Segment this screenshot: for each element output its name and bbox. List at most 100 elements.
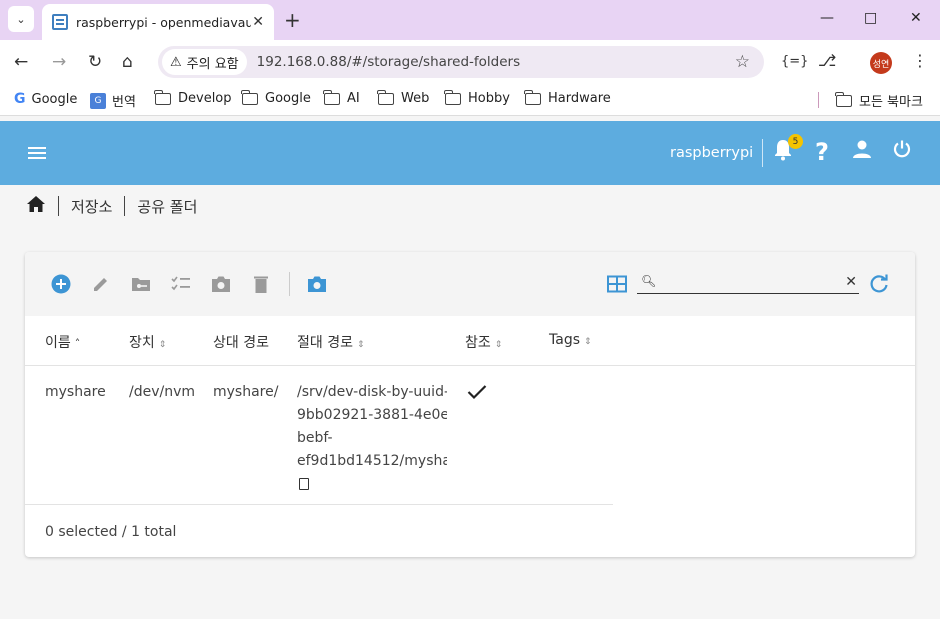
bookmark-google-folder[interactable]: Google <box>241 89 311 106</box>
cell-relative-path: myshare/ <box>213 384 279 400</box>
address-bar[interactable]: ⚠ 주의 요함 192.168.0.88/#/storage/shared-fo… <box>158 46 764 78</box>
user-icon[interactable] <box>852 139 872 164</box>
close-tab-icon[interactable]: ✕ <box>252 14 264 30</box>
path-line: /srv/dev-disk-by-uuid- <box>297 384 447 400</box>
check-icon <box>467 381 487 405</box>
menu-icon[interactable] <box>28 147 46 159</box>
cell-absolute-path: /srv/dev-disk-by-uuid- 9bb02921-3881-4e0… <box>297 381 447 490</box>
column-label: 장치 <box>129 335 155 351</box>
more-menu-icon[interactable]: ⋮ <box>912 51 928 70</box>
folder-icon <box>835 91 852 107</box>
bookmark-label: Google <box>265 91 311 106</box>
cell-name: myshare <box>45 384 106 400</box>
security-chip[interactable]: ⚠ 주의 요함 <box>162 49 247 75</box>
column-header-tags[interactable]: Tags ⇕ <box>549 332 592 348</box>
close-window-button[interactable]: ✕ <box>910 10 922 26</box>
table-row[interactable]: myshare /dev/nvme myshare/ /srv/dev-disk… <box>25 367 613 505</box>
sort-icon: ⇕ <box>356 340 365 350</box>
sort-icon: ⇕ <box>158 340 167 350</box>
camera-icon[interactable] <box>211 274 231 294</box>
bookmarks-bar: G Google G 번역 Develop Google AI Web Hobby … <box>0 84 940 116</box>
tab-search-button[interactable]: ⌄ <box>8 6 34 32</box>
column-label: 참조 <box>465 335 491 351</box>
breadcrumb-separator <box>124 196 126 216</box>
browser-toolbar: ← → ↻ ⌂ ⚠ 주의 요함 192.168.0.88/#/storage/s… <box>0 40 940 84</box>
url-text[interactable]: 192.168.0.88/#/storage/shared-folders <box>257 54 521 70</box>
notification-badge: 5 <box>788 134 803 149</box>
refresh-icon[interactable] <box>869 274 889 294</box>
breadcrumb-separator <box>58 196 59 216</box>
table-header: 이름 ˄ 장치 ⇕ 상대 경로 절대 경로 ⇕ 참조 ⇕ Tags ⇕ <box>25 316 915 366</box>
sort-ascending-icon: ˄ <box>74 337 81 350</box>
folder-icon <box>241 89 258 105</box>
column-header-referenced[interactable]: 참조 ⇕ <box>465 332 502 352</box>
minimize-button[interactable]: — <box>820 10 834 26</box>
folder-key-icon[interactable] <box>131 274 151 294</box>
bookmark-label: AI <box>347 91 360 106</box>
new-tab-button[interactable]: + <box>284 8 301 32</box>
folder-icon <box>444 89 461 105</box>
column-layout-icon[interactable] <box>607 274 627 294</box>
breadcrumb-shared-folders: 공유 폴더 <box>137 197 198 216</box>
home-icon[interactable]: ⌂ <box>122 52 133 72</box>
back-icon[interactable]: ← <box>14 52 28 72</box>
edit-icon[interactable] <box>91 274 111 294</box>
reload-icon[interactable]: ↻ <box>88 52 102 72</box>
copy-icon[interactable] <box>299 478 309 490</box>
column-header-device[interactable]: 장치 ⇕ <box>129 332 166 352</box>
browser-tab[interactable]: raspberrypi - openmediavault ✕ <box>42 4 274 40</box>
snapshot-camera-icon[interactable] <box>307 274 327 294</box>
search-field[interactable]: 🔍︎ ✕ <box>637 274 859 294</box>
warning-icon: ⚠ <box>170 54 182 70</box>
selection-summary: 0 selected / 1 total <box>45 524 177 540</box>
breadcrumb-storage[interactable]: 저장소 <box>71 196 112 217</box>
translate-icon: G <box>90 92 106 109</box>
bookmark-hobby[interactable]: Hobby <box>444 89 510 106</box>
browser-titlebar: ⌄ raspberrypi - openmediavault ✕ + — □ ✕ <box>0 0 940 40</box>
extension-braces-icon[interactable]: {=} <box>781 54 808 69</box>
sort-icon: ⇕ <box>584 337 592 347</box>
app-header: raspberrypi ? <box>0 121 940 185</box>
google-icon: G <box>14 91 26 107</box>
forward-icon[interactable]: → <box>52 52 66 72</box>
toolbar-divider <box>289 272 290 296</box>
add-icon[interactable] <box>51 274 71 294</box>
maximize-button[interactable]: □ <box>864 10 877 26</box>
bookmark-label: 모든 북마크 <box>859 95 923 110</box>
bookmark-star-icon[interactable]: ☆ <box>735 52 750 72</box>
extensions-puzzle-icon[interactable]: ⎇ <box>818 51 836 70</box>
search-input[interactable] <box>657 274 837 292</box>
bookmark-label: Web <box>401 91 430 106</box>
bookmark-hardware[interactable]: Hardware <box>524 89 611 106</box>
bookmark-label: Hardware <box>548 91 611 106</box>
bookmark-ai[interactable]: AI <box>323 89 360 106</box>
delete-icon[interactable] <box>251 274 271 294</box>
column-header-absolute-path[interactable]: 절대 경로 ⇕ <box>297 332 365 352</box>
bookmarks-divider <box>818 92 819 108</box>
sort-icon: ⇕ <box>494 340 503 350</box>
profile-avatar[interactable]: 성연 <box>870 52 892 74</box>
bookmark-label: Hobby <box>468 91 510 106</box>
help-icon[interactable]: ? <box>815 138 829 166</box>
power-icon[interactable] <box>892 139 912 164</box>
breadcrumb: 저장소 공유 폴더 <box>26 194 197 218</box>
home-icon[interactable] <box>26 195 46 217</box>
bookmark-web[interactable]: Web <box>377 89 430 106</box>
clear-search-icon[interactable]: ✕ <box>845 274 857 290</box>
folder-icon <box>377 89 394 105</box>
all-bookmarks[interactable]: 모든 북마크 <box>835 91 923 110</box>
column-label: 절대 경로 <box>297 335 353 351</box>
column-label: 이름 <box>45 335 71 351</box>
bookmark-translate[interactable]: G 번역 <box>90 91 136 110</box>
bookmark-label: Develop <box>178 91 232 106</box>
column-label: 상대 경로 <box>213 335 269 351</box>
folder-icon <box>323 89 340 105</box>
search-icon: 🔍︎ <box>641 274 657 288</box>
column-header-name[interactable]: 이름 ˄ <box>45 332 80 352</box>
bookmark-google[interactable]: G Google <box>14 91 77 107</box>
bookmark-develop[interactable]: Develop <box>154 89 232 106</box>
checklist-icon[interactable] <box>171 274 191 294</box>
column-header-relative-path[interactable]: 상대 경로 <box>213 332 269 352</box>
security-label: 주의 요함 <box>186 56 239 72</box>
tab-title: raspberrypi - openmediavault <box>76 14 251 30</box>
